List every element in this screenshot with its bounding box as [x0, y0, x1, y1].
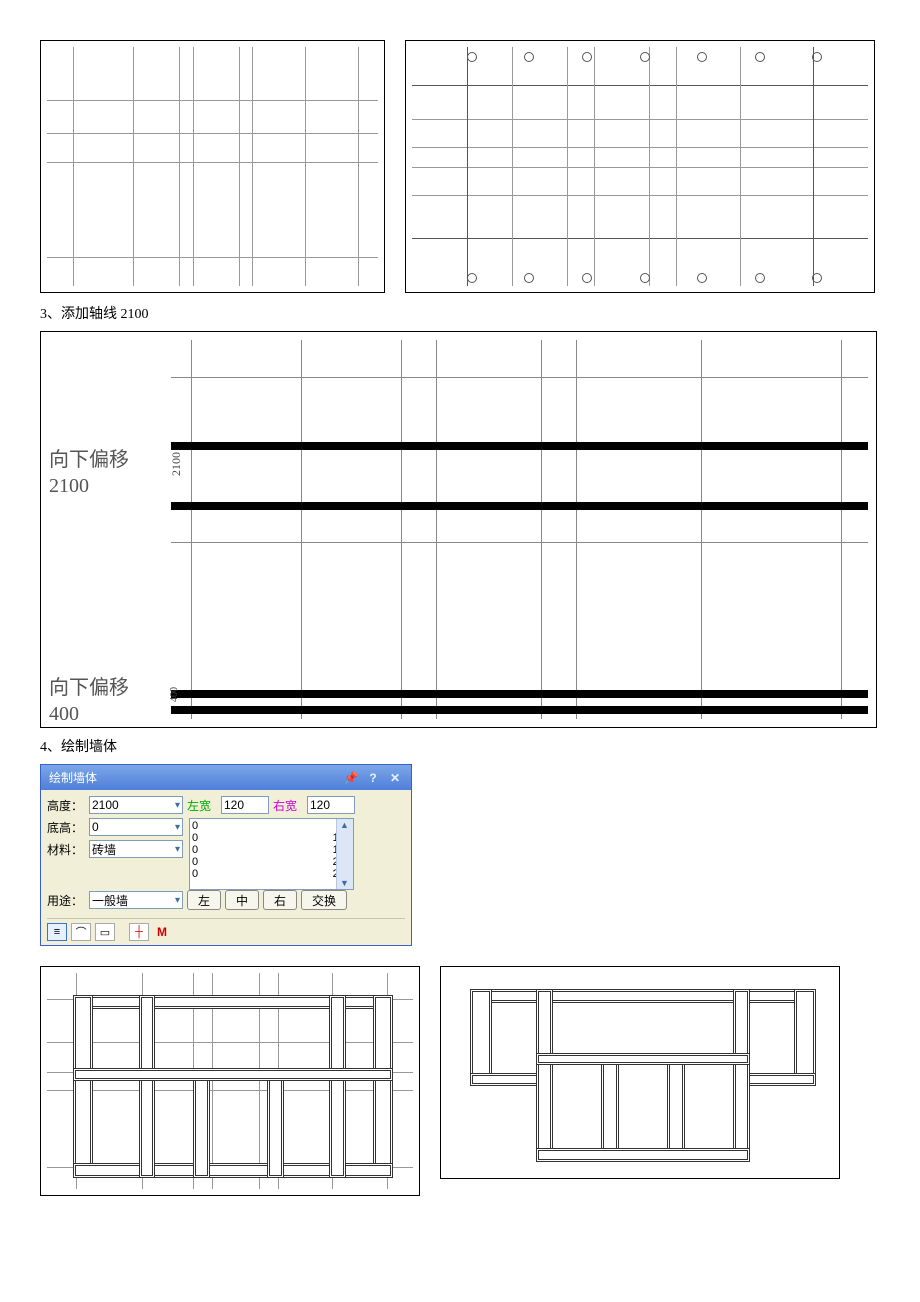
baseheight-label: 底高：: [47, 819, 85, 836]
dim-2100: 2100: [169, 452, 184, 476]
height-combo[interactable]: 2100: [89, 796, 183, 814]
width-listbox[interactable]: 060 0120 0180 0200 0240: [189, 818, 354, 890]
figure-grid-labeled: [405, 40, 875, 293]
dialog-title: 绘制墙体: [49, 769, 97, 786]
dim-400: 400: [169, 687, 180, 702]
figure-wall-plan-clean: [440, 966, 840, 1179]
offset-label-top: 向下偏移 2100: [49, 447, 129, 499]
height-label: 高度：: [47, 797, 85, 814]
material-combo[interactable]: 砖墙: [89, 840, 183, 858]
mode-lines-icon[interactable]: ≡: [47, 923, 67, 941]
usage-combo[interactable]: 一般墙: [89, 891, 183, 909]
rightwidth-input[interactable]: [307, 796, 355, 814]
snap-cross-icon[interactable]: ┼: [129, 923, 149, 941]
offset-label-bottom: 向下偏移 400: [49, 675, 129, 727]
mode-arc-icon[interactable]: ⌒: [71, 923, 91, 941]
mode-rect-icon[interactable]: ▭: [95, 923, 115, 941]
m-label: M: [157, 925, 167, 939]
rightwidth-label: 右宽: [273, 797, 303, 814]
help-icon[interactable]: ?: [365, 771, 381, 785]
draw-wall-dialog: 绘制墙体 📌 ? ✕ 高度： 2100 左宽 右宽: [40, 764, 412, 946]
figure-grid-simple: [40, 40, 385, 293]
section4-caption: 4、绘制墙体: [40, 736, 880, 756]
listbox-scrollbar[interactable]: [336, 819, 353, 889]
material-label: 材料：: [47, 841, 85, 858]
usage-label: 用途：: [47, 892, 85, 909]
leftwidth-label: 左宽: [187, 797, 217, 814]
align-mid-button[interactable]: 中: [225, 890, 259, 910]
dialog-titlebar[interactable]: 绘制墙体 📌 ? ✕: [41, 765, 411, 790]
figure-wall-on-grid: [40, 966, 420, 1196]
leftwidth-input[interactable]: [221, 796, 269, 814]
section3-caption: 3、添加轴线 2100: [40, 303, 880, 323]
align-right-button[interactable]: 右: [263, 890, 297, 910]
close-icon[interactable]: ✕: [387, 771, 403, 785]
figure-axis-offset: 2100 400 向下偏移 2100 向下偏移 400: [40, 331, 877, 728]
dialog-toolbar: ≡ ⌒ ▭ ┼ M: [47, 918, 405, 941]
top-figure-row: [40, 40, 880, 293]
align-left-button[interactable]: 左: [187, 890, 221, 910]
bottom-figure-row: [40, 966, 880, 1196]
swap-button[interactable]: 交换: [301, 890, 347, 910]
pin-icon[interactable]: 📌: [343, 771, 359, 785]
baseheight-combo[interactable]: 0: [89, 818, 183, 836]
